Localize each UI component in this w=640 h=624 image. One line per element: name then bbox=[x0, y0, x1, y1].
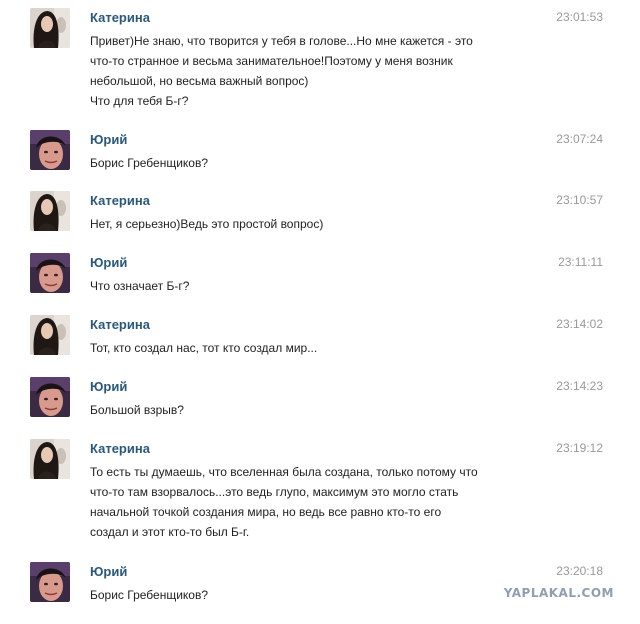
message-text: Большой взрыв? bbox=[90, 400, 550, 420]
yuriy-avatar[interactable] bbox=[30, 562, 70, 602]
message-line: что-то странное и весьма занимательное!П… bbox=[90, 54, 453, 68]
yuriy-avatar[interactable] bbox=[30, 377, 70, 417]
katerina-avatar[interactable] bbox=[30, 8, 70, 48]
message-line: Тот, кто создал нас, тот кто создал мир.… bbox=[90, 341, 318, 355]
message-timestamp: 23:01:53 bbox=[556, 10, 603, 24]
message-line: Что означает Б-г? bbox=[90, 279, 190, 293]
author-name[interactable]: Катерина bbox=[90, 10, 150, 25]
katerina-avatar[interactable] bbox=[30, 315, 70, 355]
katerina-avatar[interactable] bbox=[30, 439, 70, 479]
message-text: Нет, я серьезно)Ведь это простой вопрос) bbox=[90, 214, 550, 234]
author-name[interactable]: Юрий bbox=[90, 379, 127, 394]
message-line: небольшой, но весьма важный вопрос) bbox=[90, 74, 309, 88]
message-timestamp: 23:14:23 bbox=[556, 379, 603, 393]
yuriy-avatar[interactable] bbox=[30, 253, 70, 293]
message-line: Большой взрыв? bbox=[90, 403, 184, 417]
message-timestamp: 23:14:02 bbox=[556, 317, 603, 331]
message-line: что-то там взорвалось...это ведь глупо, … bbox=[90, 485, 459, 499]
message-line: Нет, я серьезно)Ведь это простой вопрос) bbox=[90, 217, 324, 231]
message-timestamp: 23:10:57 bbox=[556, 193, 603, 207]
author-name[interactable]: Катерина bbox=[90, 317, 150, 332]
watermark: YAPLAKAL.COM bbox=[503, 586, 614, 600]
message-text: Что означает Б-г? bbox=[90, 276, 550, 296]
katerina-avatar[interactable] bbox=[30, 191, 70, 231]
message-line: Борис Гребенщиков? bbox=[90, 156, 209, 170]
message-timestamp: 23:20:18 bbox=[556, 564, 603, 578]
author-name[interactable]: Катерина bbox=[90, 193, 150, 208]
message-text: То есть ты думаешь, что вселенная была с… bbox=[90, 462, 550, 542]
message-timestamp: 23:19:12 bbox=[556, 441, 603, 455]
author-name[interactable]: Юрий bbox=[90, 132, 127, 147]
message-line: начальной точкой создания мира, но ведь … bbox=[90, 505, 442, 519]
message-line: Привет)Не знаю, что творится у тебя в го… bbox=[90, 34, 473, 48]
author-name[interactable]: Юрий bbox=[90, 564, 127, 579]
message-line: Что для тебя Б-г? bbox=[90, 94, 189, 108]
message-timestamp: 23:07:24 bbox=[556, 132, 603, 146]
message-text: Тот, кто создал нас, тот кто создал мир.… bbox=[90, 338, 550, 358]
message-text: Борис Гребенщиков? bbox=[90, 153, 550, 173]
message-timestamp: 23:11:11 bbox=[558, 255, 603, 269]
yuriy-avatar[interactable] bbox=[30, 130, 70, 170]
message-line: создал и этот кто-то был Б-г. bbox=[90, 525, 250, 539]
author-name[interactable]: Юрий bbox=[90, 255, 127, 270]
message-line: То есть ты думаешь, что вселенная была с… bbox=[90, 465, 478, 479]
author-name[interactable]: Катерина bbox=[90, 441, 150, 456]
message-text: Привет)Не знаю, что творится у тебя в го… bbox=[90, 31, 550, 111]
message-line: Борис Гребенщиков? bbox=[90, 588, 209, 602]
message-text: Борис Гребенщиков? bbox=[90, 585, 550, 605]
